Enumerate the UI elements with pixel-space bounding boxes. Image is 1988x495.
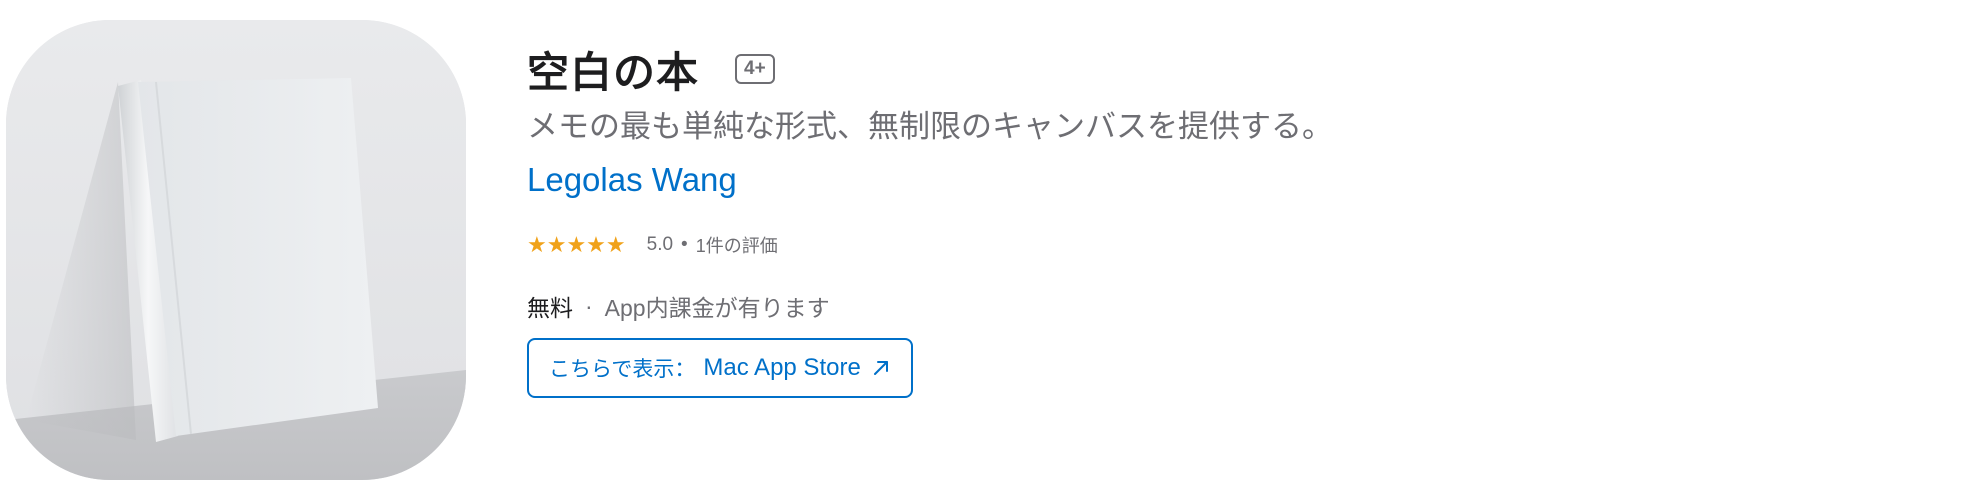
title-row: 空白の本 4+: [527, 40, 1927, 98]
view-in-mac-app-store-button[interactable]: こちらで表示： Mac App Store: [527, 338, 913, 398]
app-title: 空白の本: [527, 48, 700, 96]
store-button-prefix: こちらで表示：: [549, 358, 696, 381]
rating-row: ★★★★★ 5.0 • 1件の評価: [527, 230, 1927, 260]
rating-count: 1件の評価: [695, 236, 778, 256]
rating-value: 5.0: [646, 234, 674, 255]
developer-link[interactable]: Legolas Wang: [527, 158, 737, 202]
in-app-purchase-note: App内課金が有ります: [604, 295, 830, 321]
price-separator: ·: [585, 292, 593, 319]
price-row: 無料 · App内課金が有ります: [527, 290, 1927, 322]
app-info: 空白の本 4+ メモの最も単純な形式、無制限のキャンバスを提供する。 Legol…: [527, 40, 1927, 398]
star-rating: ★★★★★: [527, 234, 627, 256]
blank-book-icon: [6, 20, 466, 480]
arrow-up-right-icon: [873, 361, 888, 375]
rating-separator: •: [681, 234, 688, 255]
app-header: 空白の本 4+ メモの最も単純な形式、無制限のキャンバスを提供する。 Legol…: [0, 0, 1988, 495]
app-subtitle: メモの最も単純な形式、無制限のキャンバスを提供する。: [527, 109, 1333, 144]
age-rating-badge: 4+: [735, 54, 775, 84]
star-icon: ★★★★★: [527, 232, 626, 257]
store-button-store-name: Mac App Store: [703, 354, 861, 381]
price: 無料: [527, 295, 573, 321]
